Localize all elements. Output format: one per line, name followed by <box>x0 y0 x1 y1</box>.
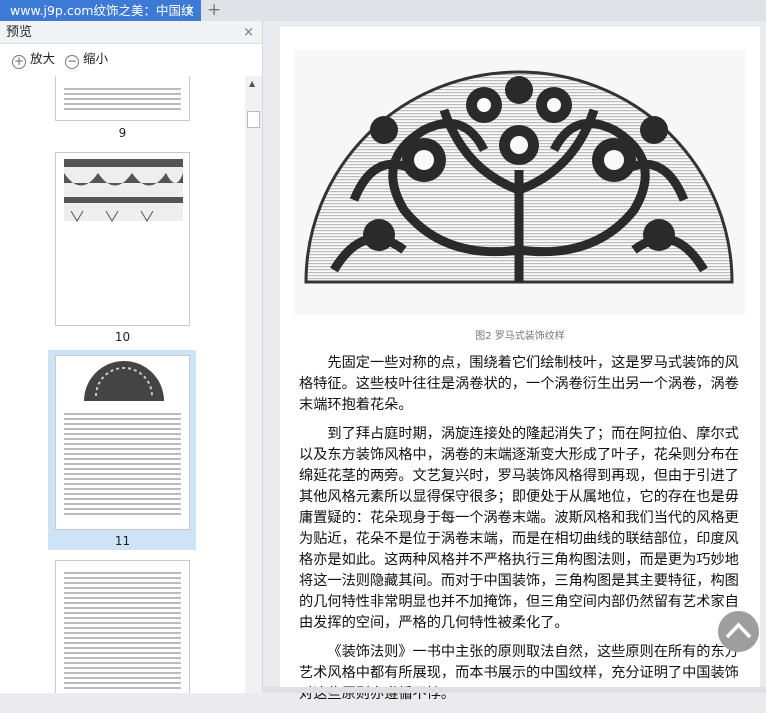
scrollbar-thumb[interactable] <box>247 111 260 128</box>
page-label: 11 <box>114 534 131 548</box>
scroll-up-icon[interactable]: ▲ <box>249 79 255 88</box>
close-preview-icon[interactable]: × <box>243 21 254 44</box>
tab-document[interactable]: www.j9p.com纹饰之美：中国纹 × <box>0 0 201 21</box>
document-body: 先固定一些对称的点，围绕着它们绘制枝叶，这是罗马式装饰的风格特征。这些枝叶往往是… <box>299 353 745 713</box>
preview-title: 预览 <box>6 25 33 40</box>
zoom-out-icon: − <box>65 54 79 69</box>
document-view: 图2 罗马式装饰纹样 先固定一些对称的点，围绕着它们绘制枝叶，这是罗马式装饰的风… <box>264 21 766 702</box>
ornament-thumbnail <box>84 361 164 401</box>
paragraph: 《装饰法则》一书中主张的原则取法自然，这些原则在所有的东方艺术风格中都有所展现，… <box>299 644 739 702</box>
back-to-top-button[interactable] <box>718 611 759 652</box>
thumbnail-page-9[interactable] <box>55 76 190 121</box>
thumbnail-page-11[interactable] <box>55 355 190 530</box>
tab-title: www.j9p.com纹饰之美：中国纹 <box>10 3 194 18</box>
page-label: 10 <box>114 330 131 344</box>
tab-bar: www.j9p.com纹饰之美：中国纹 × + <box>0 0 766 21</box>
page-label: 9 <box>118 126 127 140</box>
zoom-out-button[interactable]: − 缩小 <box>65 51 108 69</box>
new-tab-button[interactable]: + <box>207 0 221 20</box>
zoom-in-icon: + <box>12 54 26 69</box>
preview-panel: 预览 × +放大 −缩小 9 10 11 12 ▲ <box>0 21 263 693</box>
paragraph: 到了拜占庭时期，涡旋连接处的隆起消失了；而在阿拉伯、摩尔式以及东方装饰风格中，涡… <box>299 426 739 631</box>
horizontal-scrollbar[interactable] <box>264 687 766 693</box>
preview-header: 预览 × <box>0 21 262 44</box>
thumbnail-list: 9 10 11 12 <box>0 76 245 693</box>
thumbnail-page-12[interactable] <box>55 560 190 693</box>
close-tab-icon[interactable]: × <box>185 0 195 21</box>
chevron-up-icon <box>725 622 752 639</box>
ornament-thumbnail <box>64 159 183 222</box>
roman-ornament-image <box>294 50 745 315</box>
document-page: 图2 罗马式装饰纹样 先固定一些对称的点，围绕着它们绘制枝叶，这是罗马式装饰的风… <box>280 27 760 702</box>
zoom-toolbar: + 放大 − 缩小 <box>0 44 262 74</box>
thumbnail-page-10[interactable] <box>55 152 190 326</box>
zoom-in-button[interactable]: + 放大 <box>12 51 55 69</box>
figure-caption: 图2 罗马式装饰纹样 <box>475 331 565 342</box>
paragraph: 先固定一些对称的点，围绕着它们绘制枝叶，这是罗马式装饰的风格特征。这些枝叶往往是… <box>299 355 739 413</box>
thumbnail-scrollbar[interactable]: ▲ <box>245 76 262 693</box>
